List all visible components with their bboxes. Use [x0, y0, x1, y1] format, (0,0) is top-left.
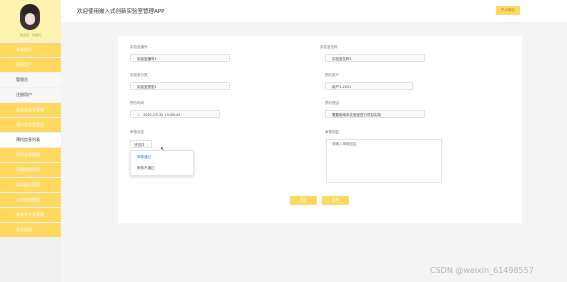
lab-number-label: 实验室编号: [130, 45, 148, 49]
sidebar-item[interactable]: 预约信息列表: [0, 133, 61, 147]
chevron-down-icon: ⌄: [146, 143, 149, 147]
lab-category-field[interactable]: 实验室类型1: [130, 82, 230, 90]
user-center-button[interactable]: 个人中心: [496, 6, 520, 15]
sidebar-item[interactable]: 公告信息管理: [0, 193, 61, 207]
review-reply-placeholder: 请输入审核回复: [332, 142, 357, 146]
sidebar-item[interactable]: 设备信息管理: [0, 163, 61, 177]
reserve-user-field[interactable]: 用户1-2021: [325, 82, 413, 90]
sidebar-item[interactable]: 预约实验室管理: [0, 118, 61, 132]
review-status-dropdown: 审核通过 审核不通过: [130, 150, 194, 176]
dropdown-option-rejected[interactable]: 审核不通过: [131, 164, 193, 173]
review-reply-label: 审核回复: [325, 130, 339, 134]
lab-category-label: 实验室分类: [130, 73, 148, 77]
lab-number-field[interactable]: 实验室编号1: [130, 54, 230, 62]
submit-button[interactable]: 提交: [290, 196, 317, 205]
review-status-value: 请选择: [134, 143, 145, 147]
sidebar-item[interactable]: 系统管理: [0, 223, 61, 237]
app-title: 欢迎使用嵌入式创新实验室管理APP: [77, 9, 165, 15]
reserve-time-label: 预约时间: [130, 101, 144, 105]
reserve-reason-field[interactable]: 需要使用本实验室进行项目实验: [325, 110, 425, 118]
sidebar: 欢迎您，管理员 系统首页 管理用户 管理员 注册用户 实验室信息管理 预约实验室管理 预约信…: [0, 0, 61, 282]
avatar[interactable]: [20, 4, 40, 30]
watermark: CSDN @weixin_61498557: [430, 266, 534, 275]
calendar-icon: ◷: [137, 113, 141, 117]
form-card: [118, 36, 522, 223]
lab-name-field[interactable]: 实验室名称1: [325, 54, 425, 62]
review-status-select[interactable]: 请选择 ⌄: [130, 140, 152, 148]
profile-card: 欢迎您，管理员: [0, 0, 61, 41]
review-status-label: 审核状态: [130, 130, 144, 134]
sidebar-menu: 系统首页 管理用户 管理员 注册用户 实验室信息管理 预约实验室管理 预约信息列表 科研成果管…: [0, 43, 61, 238]
sidebar-item[interactable]: 实验室交流管理: [0, 208, 61, 222]
header: 欢迎使用嵌入式创新实验室管理APP 个人中心: [61, 0, 567, 23]
review-reply-textarea[interactable]: 请输入审核回复: [326, 139, 442, 183]
sidebar-item[interactable]: 注册用户: [0, 88, 61, 102]
reserve-time-value: 2021-03-30 15:28:43: [143, 113, 181, 117]
sidebar-item[interactable]: 管理员: [0, 73, 61, 87]
sidebar-item[interactable]: 系统首页: [0, 43, 61, 57]
avatar-face: [25, 13, 35, 25]
sidebar-item[interactable]: 管理用户: [0, 58, 61, 72]
sidebar-item[interactable]: 实验室信息管理: [0, 103, 61, 117]
reserve-user-label: 预约用户: [325, 73, 339, 77]
sidebar-item[interactable]: 科研成果管理: [0, 148, 61, 162]
cancel-button[interactable]: 取消: [322, 196, 349, 205]
profile-name: 欢迎您，管理员: [19, 33, 41, 37]
reserve-time-field[interactable]: ◷ 2021-03-30 15:28:43: [130, 110, 220, 118]
sidebar-item[interactable]: 实验报告管理: [0, 178, 61, 192]
reserve-reason-label: 预约理由: [325, 101, 339, 105]
dropdown-option-approved[interactable]: 审核通过: [131, 153, 193, 162]
lab-name-label: 实验室名称: [320, 45, 338, 49]
